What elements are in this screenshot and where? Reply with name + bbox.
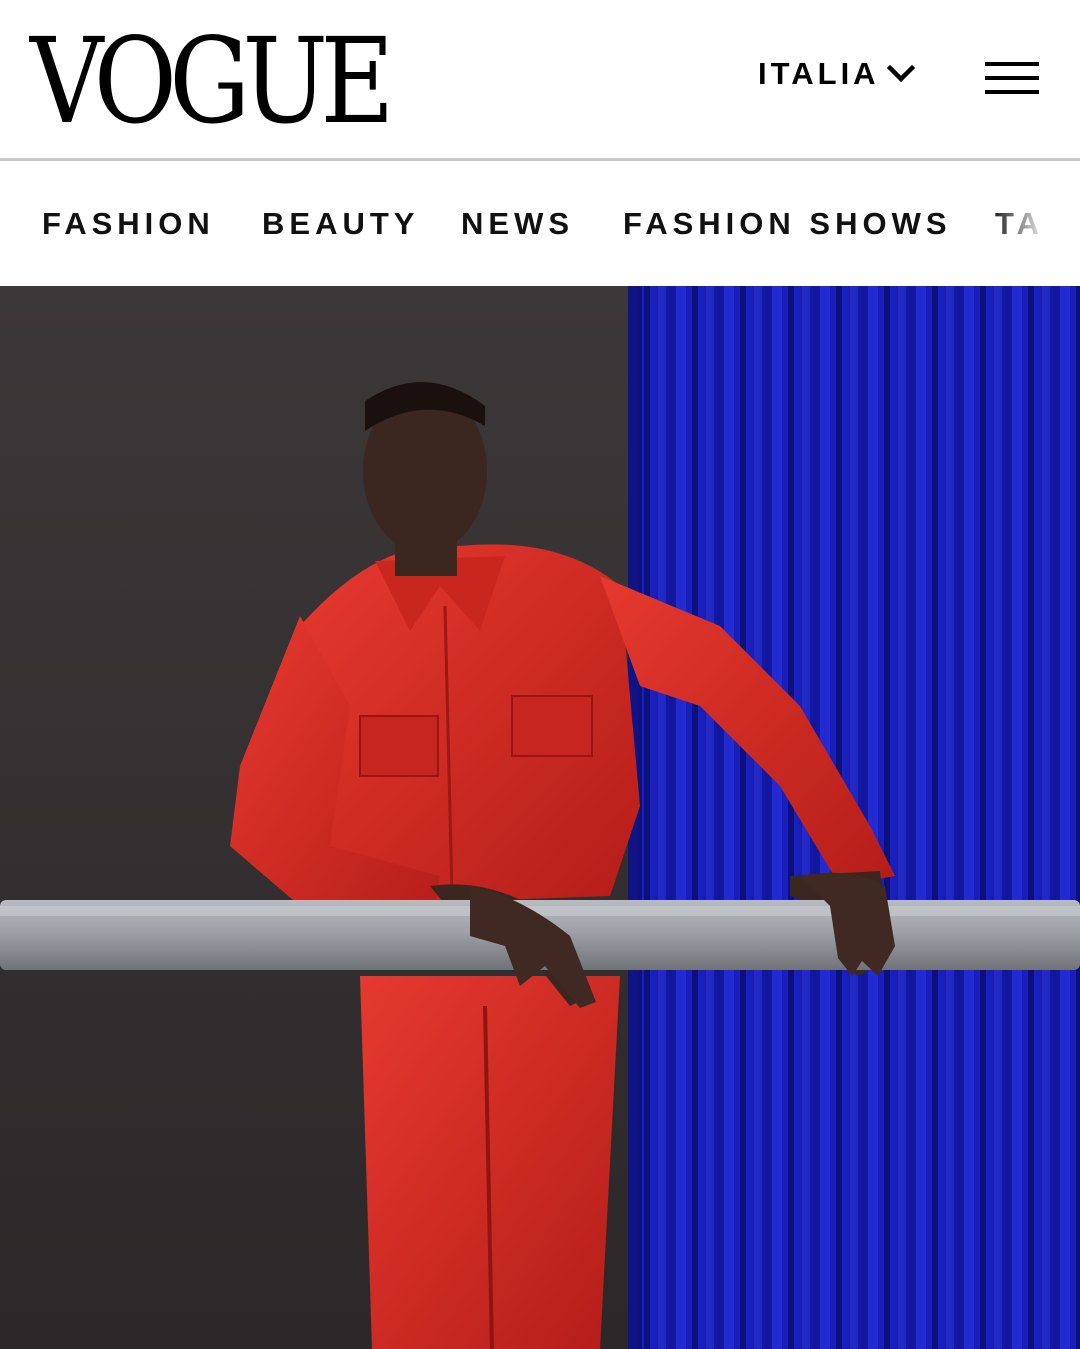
nav-item-fashion[interactable]: FASHION (42, 206, 215, 242)
category-nav: FASHION BEAUTY NEWS FASHION SHOWS TA (0, 161, 1080, 286)
nav-item-fashion-shows[interactable]: FASHION SHOWS (623, 206, 952, 242)
nav-item-beauty[interactable]: BEAUTY (262, 206, 419, 242)
edition-label: ITALIA (758, 56, 880, 91)
site-header: VOGUE ITALIA (0, 0, 1080, 158)
nav-fade-overlay (990, 161, 1080, 286)
hero-photo (0, 286, 1080, 1349)
edition-selector[interactable]: ITALIA (758, 56, 916, 92)
vogue-logo[interactable]: VOGUE (30, 22, 394, 140)
chevron-down-icon (886, 64, 915, 83)
nav-item-news[interactable]: NEWS (461, 206, 574, 242)
hamburger-menu-icon[interactable] (985, 60, 1039, 96)
hero-image[interactable] (0, 286, 1080, 1349)
